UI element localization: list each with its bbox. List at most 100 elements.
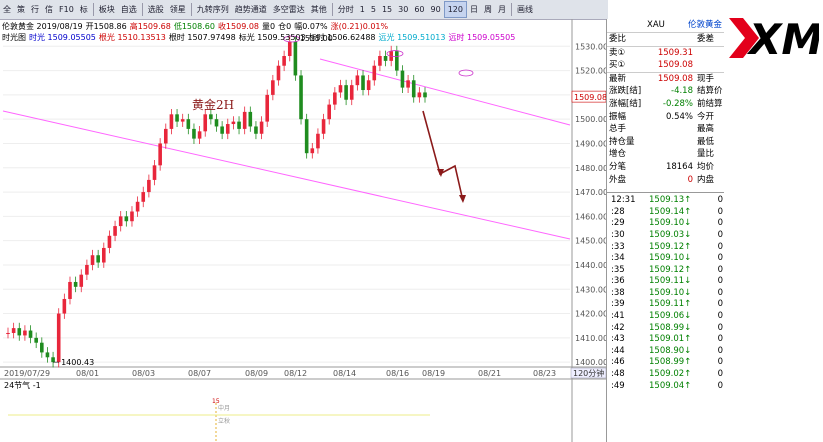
toolbar-item-25[interactable]: 120 [443, 1, 467, 18]
quote-row-value: 18164 [665, 161, 693, 172]
tick-time: :35 [611, 264, 625, 275]
quote-row-label: 最新 [609, 73, 627, 84]
quote-row-value [649, 136, 693, 149]
toolbar-item-26[interactable]: 日 [467, 0, 481, 19]
tick-list[interactable]: 12:31 1509.13↑ 0:28 1509.14↑ 0:29 1509.10↓ 0:3… [607, 192, 724, 392]
order-diff-label: 委差 [697, 34, 715, 44]
toolbar-item-23[interactable]: 60 [411, 0, 427, 19]
tick-row: :36 1509.11↓ 0 [607, 276, 724, 288]
tick-volume: 0 [717, 253, 723, 264]
hdr2-field-6: 远光 1509.51013 [378, 33, 446, 42]
symbol-code: XAU [647, 20, 665, 30]
toolbar-item-10[interactable]: 选股 [145, 0, 167, 19]
quote-row-right-label: 均价 [697, 161, 715, 172]
tick-row: :42 1508.99↓ 0 [607, 323, 724, 335]
toolbar-item-24[interactable]: 90 [428, 0, 444, 19]
toolbar-item-5[interactable]: 标 [77, 0, 91, 19]
hdr1-field-0: 伦敦黄金 2019/08/19 [2, 22, 83, 31]
tick-time: :29 [611, 218, 625, 229]
quote-row: 涨幅[结] -0.28% 前结算 [607, 98, 724, 111]
candle-body [349, 85, 354, 100]
price-tick-label: 1420.00 [575, 310, 606, 319]
candle-body [378, 56, 382, 66]
sell-value: 1509.31 [657, 47, 693, 58]
quote-row-label: 总手 [609, 124, 627, 135]
hdr2-field-2: 根光 1510.13513 [98, 33, 166, 42]
price-tick-label: 1400.00 [575, 358, 606, 367]
toolbar-item-15[interactable]: 多空雷达 [270, 0, 308, 19]
toolbar-item-3[interactable]: 信 [42, 0, 56, 19]
toolbar-item-18[interactable]: 分时 [335, 0, 357, 19]
tick-volume: 0 [717, 322, 723, 333]
toolbar-item-22[interactable]: 30 [395, 0, 411, 19]
toolbar-item-28[interactable]: 月 [495, 0, 509, 19]
candle-body [383, 56, 388, 61]
toolbar-item-11[interactable]: 领星 [167, 0, 189, 19]
quote-panel: XAU 伦敦黄金 委比 委差 卖① 1509.31 买① 1509.08 最新 1… [606, 19, 724, 442]
toolbar-item-30[interactable]: 画线 [514, 0, 536, 19]
candle-body [310, 148, 315, 154]
candle-body [51, 357, 55, 363]
toolbar-item-13[interactable]: 九转序列 [194, 0, 232, 19]
candle-body [107, 235, 112, 248]
toolbar-item-14[interactable]: 趋势通道 [232, 0, 270, 19]
bid-ask-header: 委比 委差 [607, 33, 724, 47]
price-chart-area[interactable]: 1530.001520.001510.001500.001490.001480.… [0, 19, 606, 442]
candle-body [338, 85, 343, 93]
candle-body [158, 143, 162, 166]
candle-body [406, 80, 410, 88]
tick-time: :44 [611, 345, 625, 356]
candlestick-chart-svg[interactable]: 1530.001520.001510.001500.001490.001480.… [0, 19, 606, 442]
date-tick-label: 08/03 [132, 369, 155, 378]
tick-price: 1508.99↓ [649, 322, 692, 333]
hdr1-field-7: 幅0.07% [294, 22, 328, 31]
candle-body [400, 70, 405, 88]
tick-time: :39 [611, 299, 625, 310]
quote-row-label: 涨跌[结] [609, 86, 642, 97]
toolbar-item-8[interactable]: 自选 [118, 0, 140, 19]
candle-body [90, 255, 95, 265]
toolbar-item-2[interactable]: 行 [28, 0, 42, 19]
toolbar-item-19[interactable]: 1 [357, 0, 368, 19]
toolbar-item-7[interactable]: 板块 [96, 0, 118, 19]
hdr2-field-7: 远时 1509.05505 [448, 33, 516, 42]
quote-row: 持仓量 最低 [607, 136, 724, 149]
quote-row-right-label: 今开 [697, 111, 715, 122]
candle-body [411, 80, 416, 98]
tick-time: :28 [611, 206, 625, 217]
toolbar-item-21[interactable]: 15 [379, 0, 395, 19]
tick-price: 1509.14↑ [649, 206, 692, 217]
candle-body [17, 328, 22, 336]
toolbar-item-1[interactable]: 策 [14, 0, 28, 19]
quote-row-label: 持仓量 [609, 136, 635, 147]
price-tick-label: 1530.00 [575, 42, 606, 51]
quote-row-label: 分笔 [609, 161, 627, 172]
tick-row: :39 1509.11↑ 0 [607, 299, 724, 311]
toolbar-item-27[interactable]: 周 [481, 0, 495, 19]
tick-volume: 0 [717, 345, 723, 356]
tick-time: :41 [611, 311, 625, 322]
tick-time: :33 [611, 241, 625, 252]
price-tick-label: 1410.00 [575, 334, 606, 343]
candle-body [287, 41, 292, 57]
quote-row-value: -0.28% [662, 98, 693, 109]
candle-body [62, 298, 67, 314]
toolbar-item-4[interactable]: F10 [56, 0, 77, 19]
tick-price: 1509.11↑ [649, 299, 692, 310]
quote-row-value: 0 [687, 174, 693, 185]
symbol-name: 伦敦黄金 [687, 20, 722, 30]
chart-header-line2: 时光图 时光 1509.05505 根光 1510.13513 根时 1507.974… [2, 32, 518, 43]
candle-body [265, 94, 270, 122]
price-tick-label: 1520.00 [575, 67, 606, 76]
quote-row-right-label: 结算价 [697, 86, 723, 97]
buy-label: 买① [609, 60, 626, 71]
channel-upper-line [319, 58, 571, 126]
quote-row-value: 0.54% [665, 111, 693, 122]
candle-body [118, 216, 123, 227]
candle-body [175, 114, 179, 122]
sub-panel-marker-label: 中月 [218, 404, 230, 412]
toolbar-item-0[interactable]: 全 [0, 0, 14, 19]
toolbar-item-20[interactable]: 5 [368, 0, 379, 19]
quote-row-right-label: 前结算 [697, 98, 723, 109]
toolbar-item-16[interactable]: 其他 [308, 0, 330, 19]
